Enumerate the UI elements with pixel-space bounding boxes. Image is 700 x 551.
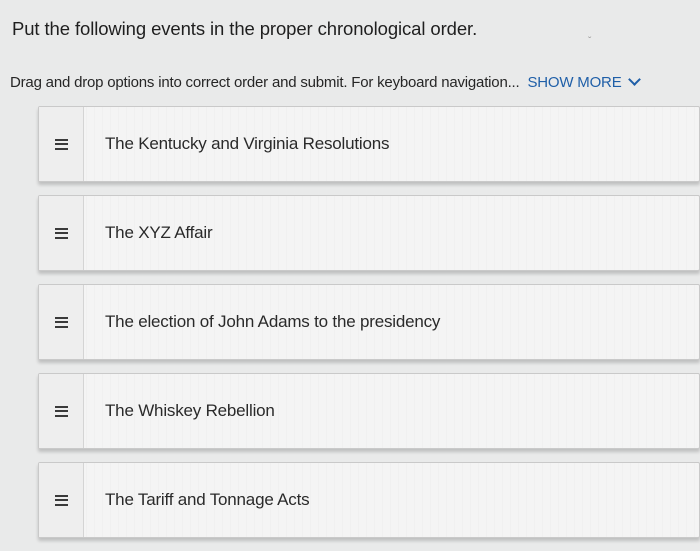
instructions-row: Drag and drop options into correct order… [10,73,641,91]
item-label: The Tariff and Tonnage Acts [105,490,310,509]
drag-handle[interactable] [39,196,84,270]
drag-handle-icon [54,227,68,239]
drag-handle[interactable] [39,374,84,448]
sortable-list: The Kentucky and Virginia Resolutions Th… [38,106,700,551]
question-title: Put the following events in the proper c… [12,18,478,39]
sortable-item[interactable]: The Whiskey Rebellion [38,373,700,449]
sortable-item[interactable]: The Kentucky and Virginia Resolutions [38,106,700,182]
drag-handle-icon [54,405,68,417]
drag-handle[interactable] [39,285,84,359]
drag-handle[interactable] [39,107,84,181]
show-more-label: SHOW MORE [527,74,622,91]
drag-handle-icon [54,316,68,328]
drag-handle-icon [54,138,68,150]
item-label: The election of John Adams to the presid… [105,312,441,331]
chevron-down-icon [627,73,641,86]
sortable-item[interactable]: The Tariff and Tonnage Acts [38,462,700,538]
sortable-item[interactable]: The election of John Adams to the presid… [38,284,700,360]
sortable-item[interactable]: The XYZ Affair [38,195,700,271]
item-label: The Kentucky and Virginia Resolutions [105,134,390,153]
show-more-button[interactable]: SHOW MORE [527,73,641,91]
item-label: The Whiskey Rebellion [105,401,275,420]
drag-handle[interactable] [39,463,84,537]
instructions-text: Drag and drop options into correct order… [10,74,520,91]
faint-mark: ˇ [588,36,592,47]
item-label: The XYZ Affair [105,223,213,242]
drag-handle-icon [54,494,68,506]
